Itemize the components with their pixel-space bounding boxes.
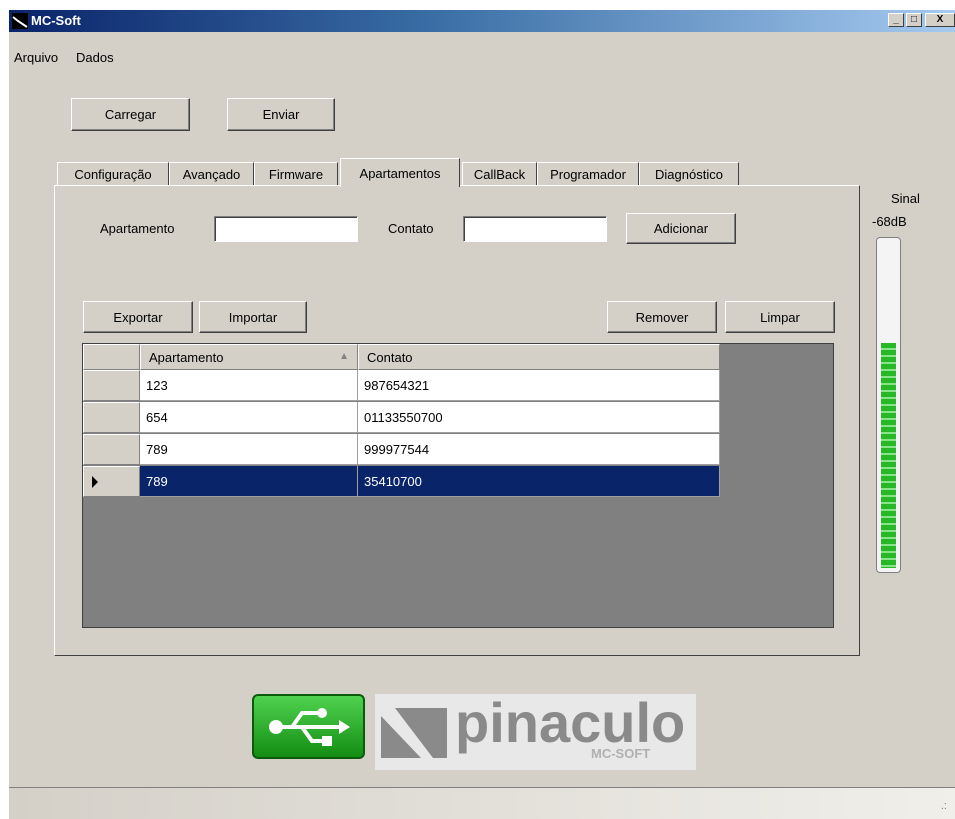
apartment-input[interactable] (214, 216, 358, 242)
apartments-grid[interactable]: Apartamento ▲ Contato 123 987654321 654 … (82, 343, 834, 628)
limpar-button[interactable]: Limpar (725, 301, 835, 333)
tab-callback[interactable]: CallBack (462, 162, 537, 186)
cell-contato[interactable]: 35410700 (358, 466, 720, 497)
row-header[interactable] (83, 402, 140, 433)
pinaculo-logo: pinaculo MC-SOFT (375, 691, 696, 770)
brand-name: pinaculo (455, 691, 686, 754)
remover-button[interactable]: Remover (607, 301, 717, 333)
sort-ascending-icon: ▲ (339, 351, 349, 362)
close-icon[interactable]: X (925, 13, 955, 27)
tab-firmware[interactable]: Firmware (254, 162, 338, 186)
pinaculo-mountain-icon (381, 708, 447, 758)
exportar-button[interactable]: Exportar (83, 301, 193, 333)
column-header-label: Contato (367, 350, 413, 365)
row-header[interactable] (83, 434, 140, 465)
app-icon (12, 13, 28, 29)
column-header-apartamento[interactable]: Apartamento ▲ (140, 344, 358, 370)
carregar-button[interactable]: Carregar (71, 98, 190, 131)
apartment-label: Apartamento (100, 221, 175, 236)
tab-programador[interactable]: Programador (537, 162, 639, 186)
status-bar: .: (9, 787, 955, 819)
tab-configuracao[interactable]: Configuração (57, 162, 169, 186)
maximize-icon[interactable]: □ (906, 13, 922, 27)
importar-button[interactable]: Importar (199, 301, 307, 333)
current-row-icon (92, 476, 98, 488)
cell-apartamento[interactable]: 123 (140, 370, 358, 401)
window-title: MC-Soft (31, 13, 81, 28)
row-header[interactable] (83, 466, 140, 497)
cell-contato[interactable]: 999977544 (358, 434, 720, 465)
cell-contato[interactable]: 987654321 (358, 370, 720, 401)
signal-label: Sinal (891, 191, 920, 206)
row-header[interactable] (83, 370, 140, 401)
resize-grip-icon[interactable]: .: (941, 800, 947, 812)
adicionar-button[interactable]: Adicionar (626, 213, 736, 244)
usb-icon[interactable] (252, 694, 365, 759)
cell-contato[interactable]: 01133550700 (358, 402, 720, 433)
minimize-icon[interactable]: _ (888, 13, 904, 27)
enviar-button[interactable]: Enviar (227, 98, 335, 131)
signal-meter-fill (881, 343, 896, 568)
brand-subtitle: MC-SOFT (591, 746, 651, 761)
column-header-contato[interactable]: Contato (358, 344, 720, 370)
menu-arquivo[interactable]: Arquivo (14, 50, 58, 65)
cell-apartamento[interactable]: 789 (140, 466, 358, 497)
cell-apartamento[interactable]: 789 (140, 434, 358, 465)
title-bar[interactable]: MC-Soft _ □ X (9, 10, 955, 32)
tab-apartamentos[interactable]: Apartamentos (340, 158, 460, 187)
cell-apartamento[interactable]: 654 (140, 402, 358, 433)
tab-diagnostico[interactable]: Diagnóstico (639, 162, 739, 186)
signal-value: -68dB (872, 214, 907, 229)
column-header-label: Apartamento (149, 350, 224, 365)
menu-dados[interactable]: Dados (76, 50, 114, 65)
tab-avancado[interactable]: Avançado (169, 162, 254, 186)
signal-meter (876, 237, 901, 573)
contact-input[interactable] (463, 216, 607, 242)
contact-label: Contato (388, 221, 434, 236)
grid-corner (83, 344, 140, 370)
app-window: MC-Soft _ □ X Arquivo Dados Carregar Env… (9, 10, 955, 819)
